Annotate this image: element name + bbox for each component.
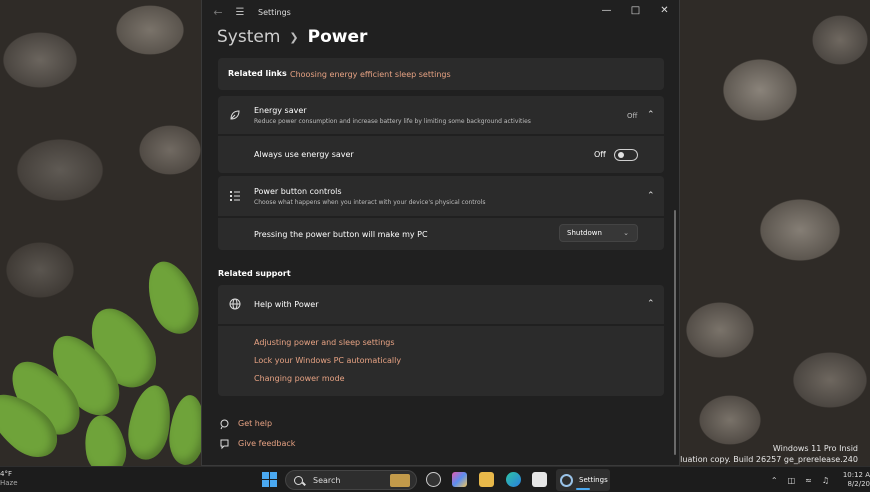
store-icon[interactable] <box>532 472 547 487</box>
help-link[interactable]: Lock your Windows PC automatically <box>254 356 401 365</box>
chevron-right-icon: ❯ <box>289 30 299 44</box>
clock-date: 8/2/20 <box>847 480 870 488</box>
related-links-card: Related links Choosing energy efficient … <box>218 58 664 90</box>
dropdown-selected: Shutdown <box>567 229 602 237</box>
give-feedback-link[interactable]: Give feedback <box>238 439 295 448</box>
content-area: Related links Choosing energy efficient … <box>202 56 679 465</box>
chevron-down-icon: ⌄ <box>623 229 629 237</box>
hamburger-menu-icon[interactable]: ☰ <box>230 7 250 18</box>
energy-saver-subtitle: Reduce power consumption and increase ba… <box>254 118 531 125</box>
network-icon[interactable]: ◫ <box>788 476 796 485</box>
wifi-icon[interactable]: ≈ <box>805 476 812 485</box>
breadcrumb: System ❯ Power <box>217 27 367 47</box>
related-links-label: Related links <box>228 69 287 78</box>
chevron-up-icon[interactable]: ⌃ <box>647 299 655 309</box>
maximize-icon[interactable]: □ <box>621 0 650 20</box>
power-button-row: Pressing the power button will make my P… <box>218 218 664 250</box>
chevron-up-icon[interactable]: ⌃ <box>647 110 655 120</box>
widget-app-icon[interactable] <box>426 472 441 487</box>
copilot-icon[interactable] <box>452 472 467 487</box>
title-bar: ← ☰ Settings — □ ✕ <box>202 0 679 24</box>
energy-sleep-settings-link[interactable]: Choosing energy efficient sleep settings <box>290 70 451 79</box>
always-energy-saver-label: Always use energy saver <box>254 150 354 159</box>
toggle-state-label: Off <box>594 150 606 159</box>
energy-saver-title: Energy saver <box>254 106 307 115</box>
help-with-power-header[interactable]: Help with Power ⌃ <box>218 285 664 324</box>
energy-saver-status: Off <box>627 112 638 120</box>
get-help-link[interactable]: Get help <box>238 419 272 428</box>
help-with-power-title: Help with Power <box>254 300 319 309</box>
help-link[interactable]: Changing power mode <box>254 374 345 383</box>
windows-start-icon[interactable] <box>262 472 277 487</box>
help-icon <box>217 417 231 431</box>
energy-saver-header[interactable]: Energy saver Reduce power consumption an… <box>218 96 664 134</box>
search-icon <box>294 475 303 485</box>
search-highlight-icon <box>390 474 410 487</box>
breadcrumb-system[interactable]: System <box>217 27 280 47</box>
leaf-icon <box>228 108 242 122</box>
file-explorer-icon[interactable] <box>479 472 494 487</box>
clock[interactable]: 10:12 A 8/2/20 <box>842 471 870 489</box>
chevron-up-icon[interactable]: ⌃ <box>771 476 778 485</box>
clock-time: 10:12 A <box>842 471 870 479</box>
weather-widget[interactable]: 4°F Haze <box>0 470 18 488</box>
power-button-title: Power button controls <box>254 187 342 196</box>
power-button-subtitle: Choose what happens when you interact wi… <box>254 199 486 206</box>
minimize-icon[interactable]: — <box>592 0 621 20</box>
related-support-heading: Related support <box>218 269 291 278</box>
help-link[interactable]: Adjusting power and sleep settings <box>254 338 395 347</box>
power-button-controls-header[interactable]: Power button controls Choose what happen… <box>218 176 664 216</box>
volume-icon[interactable]: ♫ <box>822 476 829 485</box>
taskbar-search[interactable]: Search <box>285 470 417 490</box>
search-placeholder: Search <box>313 475 341 485</box>
fern-leaves-image <box>0 254 208 479</box>
help-links-panel: Adjusting power and sleep settings Lock … <box>218 326 664 396</box>
chevron-up-icon[interactable]: ⌃ <box>647 191 655 201</box>
edge-icon[interactable] <box>506 472 521 487</box>
page-title: Power <box>307 27 368 47</box>
window-title: Settings <box>258 7 291 17</box>
weather-temp: 4°F <box>0 470 12 478</box>
weather-condition: Haze <box>0 479 18 487</box>
taskbar-settings-app[interactable]: Settings <box>556 469 610 491</box>
globe-icon <box>228 297 242 311</box>
active-app-label: Settings <box>579 476 608 484</box>
settings-window: ← ☰ Settings — □ ✕ System ❯ Power Relate… <box>201 0 680 466</box>
watermark-line2: Evaluation copy. Build 26257 ge_prerelea… <box>665 455 858 464</box>
scrollbar[interactable] <box>674 210 676 455</box>
system-tray: ⌃ ◫ ≈ ♫ 10:12 A 8/2/20 <box>766 467 870 492</box>
taskbar: 4°F Haze Search Settings ⌃ ◫ ≈ ♫ 10:12 A… <box>0 466 870 492</box>
watermark-line1: Windows 11 Pro Insid <box>772 444 858 453</box>
gear-icon <box>560 473 573 487</box>
list-icon <box>228 189 242 203</box>
feedback-icon <box>217 437 231 451</box>
power-button-dropdown[interactable]: Shutdown ⌄ <box>559 224 638 242</box>
close-icon[interactable]: ✕ <box>650 0 679 20</box>
power-button-row-label: Pressing the power button will make my P… <box>254 230 428 239</box>
always-energy-saver-row: Always use energy saver Off <box>218 136 664 173</box>
back-arrow-icon[interactable]: ← <box>206 6 230 19</box>
energy-saver-toggle[interactable] <box>614 149 638 161</box>
